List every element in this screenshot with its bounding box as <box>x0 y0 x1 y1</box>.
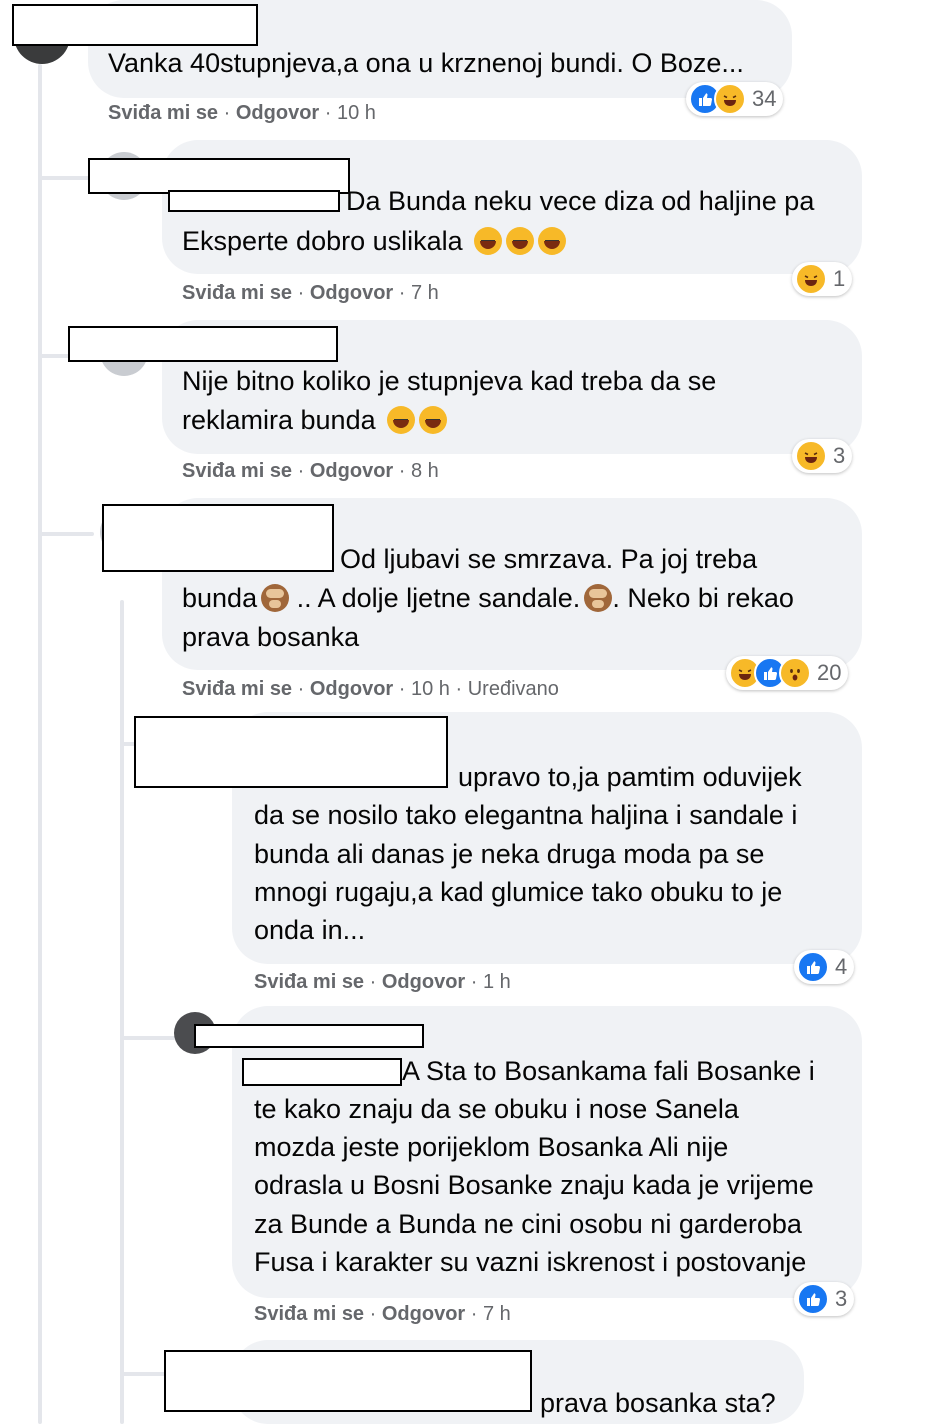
comment-text: A Sta to Bosankama fali Bosanke i <box>402 1056 815 1086</box>
comment-text: mnogi rugaju,a kad glumice tako obuku to… <box>254 877 783 907</box>
redacted-tag <box>168 190 340 212</box>
comment-actions: Sviđa mi se · Odgovor · 8 h <box>182 460 439 483</box>
redacted-author-name <box>194 1024 424 1048</box>
separator: · <box>369 1303 377 1325</box>
like-icon <box>797 1283 829 1315</box>
comment-text: bunda ali danas je neka druga moda pa se <box>254 839 765 869</box>
comment-actions: Sviđa mi se · Odgovor · 10 h <box>108 102 376 125</box>
like-icon <box>797 951 829 983</box>
reply-link[interactable]: Odgovor <box>310 282 393 304</box>
comment-actions: Sviđa mi se · Odgovor · 7 h <box>254 1303 511 1326</box>
haha-icon <box>795 263 827 295</box>
haha-icon <box>714 83 746 115</box>
thread-line-main <box>38 64 42 1424</box>
comment-text: bunda .. A dolje ljetne sandale.. Neko b… <box>182 583 794 613</box>
reaction-count: 3 <box>833 443 846 468</box>
reply-link[interactable]: Odgovor <box>236 102 319 124</box>
comment-actions: Sviđa mi se · Odgovor · 10 h · Uređivano <box>182 678 559 701</box>
like-link[interactable]: Sviđa mi se <box>254 971 364 993</box>
reaction-summary[interactable]: 3 <box>794 1282 855 1316</box>
like-link[interactable]: Sviđa mi se <box>182 460 292 482</box>
comment-actions: Sviđa mi se · Odgovor · 1 h <box>254 971 511 994</box>
reaction-count: 1 <box>833 266 846 291</box>
crying-laughing-emoji <box>387 406 416 434</box>
comment-text: reklamira bunda <box>182 401 448 440</box>
redacted-author-name <box>134 716 448 788</box>
like-link[interactable]: Sviđa mi se <box>254 1303 364 1325</box>
reply-link[interactable]: Odgovor <box>310 460 393 482</box>
see-no-evil-monkey-emoji <box>584 584 613 612</box>
timestamp[interactable]: 10 h <box>337 102 376 124</box>
crying-laughing-emoji <box>474 227 503 255</box>
comment-text: Fusa i karakter su vazni iskrenost i pos… <box>254 1247 807 1277</box>
redacted-author-name <box>102 504 334 572</box>
comment-text: mozda jeste porijeklom Bosanka Ali nije <box>254 1132 729 1162</box>
reaction-summary[interactable]: 34 <box>686 82 784 116</box>
crying-laughing-emoji <box>506 227 535 255</box>
comment-text: odrasla u Bosni Bosanke znaju kada je vr… <box>254 1170 814 1200</box>
crying-laughing-emoji <box>419 406 448 434</box>
haha-icon <box>795 440 827 472</box>
timestamp[interactable]: 1 h <box>483 971 511 993</box>
comment-text: Eksperte dobro uslikala <box>182 222 567 261</box>
timestamp[interactable]: 8 h <box>411 460 439 482</box>
reaction-count: 4 <box>835 954 848 979</box>
redacted-author-name <box>88 158 350 194</box>
thread-connector <box>38 176 94 180</box>
separator: · <box>297 282 305 304</box>
like-link[interactable]: Sviđa mi se <box>108 102 218 124</box>
comment-text: onda in... <box>254 915 366 945</box>
thread-connector <box>120 1036 180 1040</box>
edited-label[interactable]: Uređivano <box>468 678 559 700</box>
timestamp[interactable]: 7 h <box>483 1303 511 1325</box>
separator: · <box>398 678 406 700</box>
separator: · <box>398 282 406 304</box>
thread-connector <box>38 532 94 536</box>
comment-text: Vanka 40stupnjeva,a ona u krznenoj bundi… <box>108 48 744 78</box>
comment-text: za Bunde a Bunda ne cini osobu ni garder… <box>254 1209 802 1239</box>
separator: · <box>470 971 478 993</box>
comment-text: da se nosilo tako elegantna haljina i sa… <box>254 800 798 830</box>
comment-text: te kako znaju da se obuku i nose Sanela <box>254 1094 739 1124</box>
reaction-summary[interactable]: 20 <box>726 656 849 690</box>
comment-text: prava bosanka <box>182 622 360 652</box>
see-no-evil-monkey-emoji <box>261 584 290 612</box>
separator: · <box>470 1303 478 1325</box>
like-link[interactable]: Sviđa mi se <box>182 678 292 700</box>
reaction-count: 34 <box>752 86 777 111</box>
crying-laughing-emoji <box>538 227 567 255</box>
comment-text: upravo to,ja pamtim oduvijek <box>458 762 802 792</box>
separator: · <box>223 102 231 124</box>
comment-text: prava bosanka sta? <box>540 1388 776 1418</box>
thread-line-nested <box>120 600 124 1424</box>
separator: · <box>455 678 463 700</box>
comment-text: Od ljubavi se smrzava. Pa joj treba <box>340 544 758 574</box>
separator: · <box>324 102 332 124</box>
redacted-author-name <box>68 326 338 362</box>
separator: · <box>297 460 305 482</box>
comment-text: Nije bitno koliko je stupnjeva kad treba… <box>182 366 717 396</box>
redacted-author-name <box>164 1350 532 1412</box>
timestamp[interactable]: 10 h <box>411 678 450 700</box>
reply-link[interactable]: Odgovor <box>310 678 393 700</box>
comment-actions: Sviđa mi se · Odgovor · 7 h <box>182 282 439 305</box>
separator: · <box>398 460 406 482</box>
reaction-summary[interactable]: 1 <box>792 262 853 296</box>
reaction-count: 3 <box>835 1286 848 1311</box>
reply-link[interactable]: Odgovor <box>382 971 465 993</box>
separator: · <box>297 678 305 700</box>
reaction-summary[interactable]: 4 <box>794 950 855 984</box>
redacted-author-name <box>12 4 258 46</box>
wow-icon <box>779 657 811 689</box>
comment-text: Da Bunda neku vece diza od haljine pa <box>346 186 815 216</box>
reaction-count: 20 <box>817 660 842 685</box>
redacted-tag <box>242 1058 402 1086</box>
reply-link[interactable]: Odgovor <box>382 1303 465 1325</box>
like-link[interactable]: Sviđa mi se <box>182 282 292 304</box>
separator: · <box>369 971 377 993</box>
timestamp[interactable]: 7 h <box>411 282 439 304</box>
reaction-summary[interactable]: 3 <box>792 439 853 473</box>
